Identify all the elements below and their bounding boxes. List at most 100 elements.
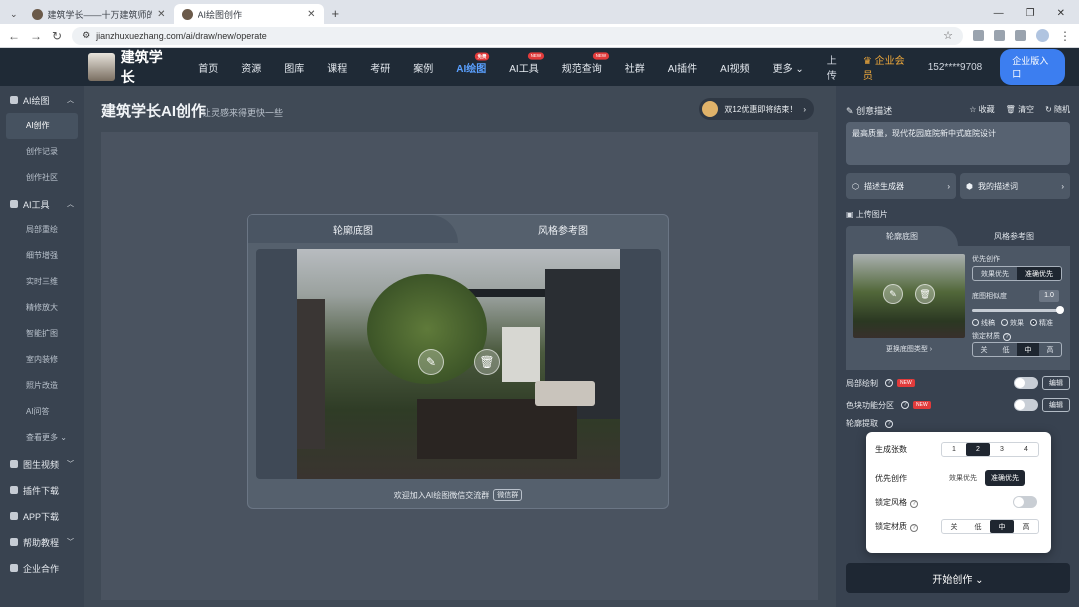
help-icon[interactable]: ?: [1003, 333, 1011, 341]
minimize-icon[interactable]: —: [994, 8, 1004, 19]
delete-icon[interactable]: 🗑: [915, 284, 935, 304]
wechat-group-button[interactable]: 微信群: [493, 489, 523, 501]
close-icon[interactable]: ✕: [307, 9, 315, 20]
my-prompts-button[interactable]: ⬢ 我的描述词 ›: [960, 173, 1070, 199]
site-info-icon[interactable]: ⚙: [82, 30, 90, 41]
lock-off[interactable]: 关: [973, 343, 995, 356]
lock-off[interactable]: 关: [942, 520, 966, 533]
nav-courses[interactable]: 课程: [327, 60, 347, 75]
color-zone-edit-button[interactable]: 编辑: [1042, 398, 1070, 412]
url-field[interactable]: ⚙ jianzhuxuezhang.com/ai/draw/new/operat…: [72, 26, 963, 45]
nav-more[interactable]: 更多 ⌄: [773, 60, 804, 75]
nav-community[interactable]: 社群: [625, 60, 645, 75]
back-icon[interactable]: ←: [8, 29, 20, 43]
promo-banner[interactable]: 双12优惠即将结束！ ›: [699, 98, 814, 120]
bookmark-star-icon[interactable]: ☆: [943, 29, 953, 42]
tab-outline-base[interactable]: 轮廓底图: [248, 215, 458, 243]
sidebar-item-help[interactable]: 帮助教程 ﹀: [0, 529, 84, 555]
sidebar-item-ai-create[interactable]: AI创作: [6, 113, 78, 139]
lock-low[interactable]: 低: [966, 520, 990, 533]
sidebar-item-qa[interactable]: AI问答: [0, 399, 84, 425]
browser-menu-icon[interactable]: ⋮: [1059, 29, 1071, 43]
local-draw-toggle[interactable]: [1014, 377, 1038, 389]
delete-icon[interactable]: 🗑: [474, 349, 500, 375]
close-icon[interactable]: ✕: [157, 9, 165, 20]
favorite-button[interactable]: ☆ 收藏: [969, 104, 994, 115]
tab-outline-base[interactable]: 轮廓底图: [846, 226, 958, 246]
sidebar-item-enhance[interactable]: 细节增强: [0, 243, 84, 269]
nav-ai-tools[interactable]: AI工具 NEW: [509, 51, 545, 75]
sidebar-item-upscale[interactable]: 精修放大: [0, 295, 84, 321]
sidebar-item-community[interactable]: 创作社区: [0, 165, 84, 191]
help-icon[interactable]: ?: [901, 401, 909, 409]
change-base-type-link[interactable]: 更换底图类型 ›: [853, 344, 965, 354]
similarity-value[interactable]: 1.0: [1039, 290, 1059, 302]
sidebar-group-ai-tools[interactable]: AI工具 ︿: [0, 191, 84, 217]
priority-effect-option[interactable]: 效果优先: [941, 473, 985, 483]
sidebar-item-plugin[interactable]: 插件下载: [0, 477, 84, 503]
nav-ai-plugins[interactable]: AI插件: [668, 60, 697, 75]
sidebar-item-history[interactable]: 创作记录: [0, 139, 84, 165]
nav-gallery[interactable]: 图库: [284, 60, 304, 75]
sidebar-item-partner[interactable]: 企业合作: [0, 555, 84, 581]
clear-button[interactable]: 🗑 清空: [1006, 104, 1034, 115]
sidebar-item-realtime-3d[interactable]: 实时三维: [0, 269, 84, 295]
local-draw-edit-button[interactable]: 编辑: [1042, 376, 1070, 390]
enterprise-button[interactable]: 企业版入口: [1000, 49, 1065, 85]
reload-icon[interactable]: ↻: [52, 29, 62, 43]
nav-resources[interactable]: 资源: [241, 60, 261, 75]
profile-avatar[interactable]: [1036, 29, 1049, 42]
tab-style-reference[interactable]: 风格参考图: [458, 215, 668, 243]
nav-ai-video[interactable]: AI视频: [720, 60, 749, 75]
browser-tab-2[interactable]: AI绘图创作 ✕: [173, 4, 324, 24]
extensions-puzzle-icon[interactable]: [1015, 30, 1026, 41]
random-button[interactable]: ↻ 随机: [1045, 104, 1070, 115]
help-icon[interactable]: ?: [885, 379, 893, 387]
brand-name[interactable]: 建筑学长: [121, 47, 175, 87]
lock-high[interactable]: 高: [1039, 343, 1061, 356]
extension-icon[interactable]: [973, 30, 984, 41]
prompt-input[interactable]: 最高质量，现代花园庭院新中式庭院设计: [846, 122, 1070, 165]
site-logo[interactable]: [88, 53, 115, 81]
lock-low[interactable]: 低: [995, 343, 1017, 356]
forward-icon[interactable]: →: [30, 29, 42, 43]
new-tab-button[interactable]: +: [324, 6, 348, 24]
maximize-icon[interactable]: ❐: [1026, 8, 1035, 19]
user-phone[interactable]: 152****9708: [928, 62, 983, 73]
count-option-2[interactable]: 2: [966, 443, 990, 456]
mode-precise[interactable]: 精准: [1030, 318, 1053, 328]
priority-accuracy-option[interactable]: 准确优先: [1017, 267, 1061, 280]
help-icon[interactable]: ?: [910, 499, 918, 508]
help-icon[interactable]: ?: [910, 524, 918, 532]
lock-high[interactable]: 高: [1014, 520, 1038, 533]
help-icon[interactable]: ?: [885, 419, 893, 428]
priority-accuracy-option[interactable]: 准确优先: [985, 470, 1025, 486]
generate-button[interactable]: 开始创作 ⌄: [846, 563, 1070, 593]
nav-home[interactable]: 首页: [198, 60, 218, 75]
edit-icon[interactable]: ✎: [883, 284, 903, 304]
mode-lineart[interactable]: 线稿: [972, 318, 995, 328]
close-window-icon[interactable]: ✕: [1057, 8, 1065, 19]
extension-icon[interactable]: [994, 30, 1005, 41]
lock-mid[interactable]: 中: [990, 520, 1014, 533]
sidebar-item-expand[interactable]: 智能扩图: [0, 321, 84, 347]
count-option-3[interactable]: 3: [990, 443, 1014, 456]
sidebar-item-more[interactable]: 查看更多 ⌄: [0, 425, 84, 451]
similarity-slider[interactable]: [972, 306, 1064, 314]
upload-link[interactable]: 上传: [827, 52, 845, 82]
sidebar-item-app[interactable]: APP下载: [0, 503, 84, 529]
mode-effect[interactable]: 效果: [1001, 318, 1024, 328]
sidebar-item-photo[interactable]: 照片改造: [0, 373, 84, 399]
priority-effect-option[interactable]: 效果优先: [973, 267, 1017, 280]
count-option-4[interactable]: 4: [1014, 443, 1038, 456]
sidebar-item-video[interactable]: 图生视频 ﹀: [0, 451, 84, 477]
lock-style-toggle[interactable]: [1013, 496, 1037, 508]
count-option-1[interactable]: 1: [942, 443, 966, 456]
prompt-generator-button[interactable]: ⬡ 描述生成器 ›: [846, 173, 956, 199]
nav-standards[interactable]: 规范查询 NEW: [562, 51, 609, 75]
tab-style-reference[interactable]: 风格参考图: [958, 226, 1070, 246]
vip-link[interactable]: ♛ 企业会员: [863, 52, 910, 82]
tab-list-icon[interactable]: ⌄: [4, 9, 24, 24]
sidebar-item-inpaint[interactable]: 局部重绘: [0, 217, 84, 243]
sidebar-item-interior[interactable]: 室内装修: [0, 347, 84, 373]
